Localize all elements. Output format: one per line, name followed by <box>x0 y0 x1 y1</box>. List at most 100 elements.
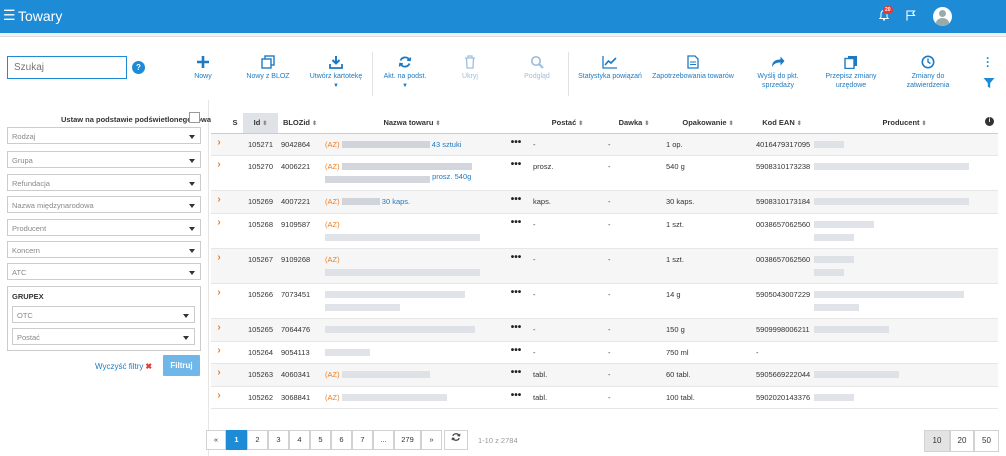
chevron-right-icon[interactable]: › <box>211 133 227 156</box>
page-button[interactable]: 6 <box>331 430 352 450</box>
cell-dose: - <box>605 341 663 364</box>
table-row[interactable]: › 105271 9042864 (AZ) 43 sztuki ••• - - … <box>211 133 998 156</box>
chevron-right-icon[interactable]: › <box>211 341 227 364</box>
row-actions-icon[interactable]: ••• <box>502 363 530 387</box>
cell-name[interactable]: (AZ) 30 kaps. <box>322 190 502 214</box>
table-row[interactable]: › 105268 9109587 (AZ) ••• - - 1 szt. 003… <box>211 213 998 249</box>
row-actions-icon[interactable]: ••• <box>502 248 530 284</box>
cell-name[interactable]: (AZ) <box>322 363 502 387</box>
column-header-bloz[interactable]: BLOZid ⬍ <box>278 113 322 134</box>
row-actions-icon[interactable]: ••• <box>502 341 530 364</box>
column-header-id[interactable]: Id ⬍ <box>243 113 278 134</box>
cell-name[interactable]: (AZ) <box>322 213 502 249</box>
cell-name[interactable]: (AZ) 43 sztuki <box>322 133 502 156</box>
column-header-form[interactable]: Postać ⬍ <box>530 113 605 134</box>
table-row[interactable]: › 105264 9054113 ••• - - 750 ml - <box>211 341 998 364</box>
otc-select[interactable]: OTC <box>12 306 195 323</box>
postac-select[interactable]: Postać <box>12 328 195 345</box>
chevron-right-icon[interactable]: › <box>211 283 227 319</box>
page-size-button[interactable]: 50 <box>974 430 999 452</box>
column-header-name[interactable]: Nazwa towaru ⬍ <box>322 113 502 134</box>
clear-filters-link[interactable]: Wyczyść filtry ✖ <box>95 362 152 371</box>
column-header-producer[interactable]: Producent ⬍ i <box>811 113 998 134</box>
demand-button[interactable]: Zapotrzebowania towarów <box>652 55 734 81</box>
rodzaj-select[interactable]: Rodzaj <box>7 127 201 144</box>
cell-name[interactable] <box>322 318 502 342</box>
chevron-right-icon[interactable]: › <box>211 190 227 214</box>
cell-name[interactable] <box>322 283 502 319</box>
row-actions-icon[interactable]: ••• <box>502 283 530 319</box>
next-page-button[interactable]: » <box>421 430 442 450</box>
stats-button[interactable]: Statystyka powiązań <box>577 55 643 81</box>
row-actions-icon[interactable]: ••• <box>502 213 530 249</box>
grupa-select[interactable]: Grupa <box>7 151 201 168</box>
menu-icon[interactable]: ☰ <box>3 8 16 22</box>
page-button[interactable]: 2 <box>247 430 268 450</box>
table-row[interactable]: › 105266 7073451 ••• - - 14 g 5905043007… <box>211 283 998 319</box>
search-input[interactable] <box>7 56 127 79</box>
table-row[interactable]: › 105270 4006221 (AZ) prosz. 540g ••• pr… <box>211 155 998 191</box>
preview-button[interactable]: Podgląd <box>520 55 554 81</box>
send-to-pos-button[interactable]: Wyślij do pkt. sprzedaży <box>750 55 806 90</box>
az-tag: (AZ) <box>325 369 340 379</box>
page-size-button[interactable]: 10 <box>924 430 950 452</box>
changes-to-approve-label: Zmiany do zatwierdzenia <box>906 73 950 89</box>
new-from-bloz-button[interactable]: Nowy z BLOZ <box>243 55 293 81</box>
cell-s <box>227 155 243 191</box>
flag-icon[interactable] <box>906 10 916 23</box>
column-header-s[interactable]: S <box>227 113 243 134</box>
chevron-right-icon[interactable]: › <box>211 248 227 284</box>
prev-page-button[interactable]: « <box>206 430 226 450</box>
cell-name[interactable]: (AZ) <box>322 248 502 284</box>
table-row[interactable]: › 105269 4007221 (AZ) 30 kaps. ••• kaps.… <box>211 190 998 214</box>
row-actions-icon[interactable]: ••• <box>502 133 530 156</box>
page-button[interactable]: 7 <box>352 430 373 450</box>
chevron-right-icon[interactable]: › <box>211 386 227 409</box>
cell-bloz: 9109587 <box>278 213 322 249</box>
chevron-right-icon[interactable]: › <box>211 363 227 387</box>
refresh-button[interactable] <box>444 430 468 450</box>
column-header-ean[interactable]: Kod EAN ⬍ <box>753 113 811 134</box>
new-button[interactable]: Nowy <box>190 55 216 81</box>
create-card-button[interactable]: Utwórz kartotekę ▼ <box>306 55 366 91</box>
page-button[interactable]: 1 <box>226 430 247 450</box>
table-row[interactable]: › 105262 3068841 (AZ) ••• tabl. - 100 ta… <box>211 386 998 409</box>
column-header-dose[interactable]: Dawka ⬍ <box>605 113 663 134</box>
column-header-package[interactable]: Opakowanie ⬍ <box>663 113 753 134</box>
rewrite-changes-button[interactable]: Przepisz zmiany urzędowe <box>818 55 884 90</box>
row-actions-icon[interactable]: ••• <box>502 386 530 409</box>
chevron-right-icon[interactable]: › <box>211 155 227 191</box>
table-row[interactable]: › 105263 4060341 (AZ) ••• tabl. - 60 tab… <box>211 363 998 387</box>
chevron-right-icon[interactable]: › <box>211 318 227 342</box>
page-button[interactable]: 5 <box>310 430 331 450</box>
avatar[interactable] <box>933 7 952 26</box>
az-tag: (AZ) <box>325 254 340 264</box>
row-actions-icon[interactable]: ••• <box>502 190 530 214</box>
hide-button[interactable]: Ukryj <box>457 55 483 81</box>
cell-name[interactable]: (AZ) prosz. 540g <box>322 155 502 191</box>
international-name-select[interactable]: Nazwa międzynarodowa <box>7 196 201 213</box>
row-actions-icon[interactable]: ••• <box>502 155 530 191</box>
cell-name[interactable] <box>322 341 502 364</box>
page-size-button[interactable]: 20 <box>950 430 974 452</box>
update-base-button[interactable]: Akt. na podst. ▼ <box>380 55 430 91</box>
page-button[interactable]: 279 <box>394 430 421 450</box>
page-button[interactable]: 4 <box>289 430 310 450</box>
row-actions-icon[interactable]: ••• <box>502 318 530 342</box>
cell-name[interactable]: (AZ) <box>322 386 502 409</box>
info-icon[interactable]: i <box>985 117 994 126</box>
koncern-select[interactable]: Koncern <box>7 241 201 258</box>
more-options-icon[interactable]: · · · <box>986 52 990 72</box>
page-button[interactable]: 3 <box>268 430 289 450</box>
refundacja-select[interactable]: Refundacja <box>7 174 201 191</box>
table-row[interactable]: › 105265 7064476 ••• - - 150 g 590999800… <box>211 318 998 342</box>
question-icon[interactable]: ? <box>132 61 145 74</box>
chevron-right-icon[interactable]: › <box>211 213 227 249</box>
table-row[interactable]: › 105267 9109268 (AZ) ••• - - 1 szt. 003… <box>211 248 998 284</box>
producent-select[interactable]: Producent <box>7 219 201 236</box>
atc-select[interactable]: ATC <box>7 263 201 280</box>
set-by-highlight-checkbox[interactable] <box>189 112 200 123</box>
filter-button[interactable]: Filtruj <box>163 355 200 376</box>
filter-icon[interactable] <box>983 77 995 91</box>
changes-to-approve-button[interactable]: Zmiany do zatwierdzenia <box>890 55 966 90</box>
